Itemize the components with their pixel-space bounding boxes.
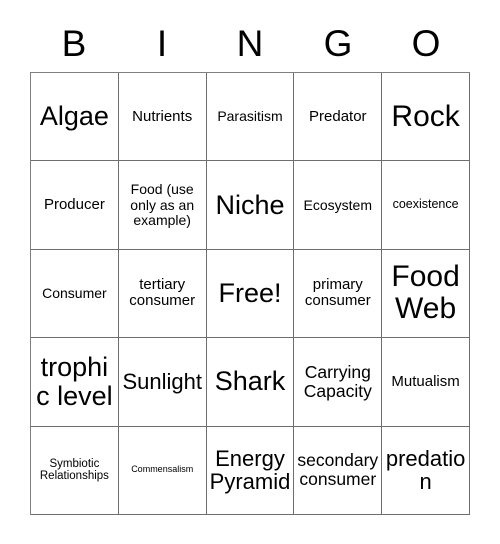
- bingo-cell-label: predation: [385, 445, 466, 495]
- bingo-header-letter-n: N: [236, 22, 264, 64]
- bingo-header-letter-o: O: [411, 22, 441, 64]
- bingo-cell-r1c1[interactable]: Algae: [31, 73, 119, 162]
- bingo-cell-label: Ecosystem: [303, 196, 373, 213]
- bingo-cell-r5c3[interactable]: Energy Pyramid: [206, 426, 295, 515]
- bingo-cell-label: Food (use only as an example): [130, 181, 195, 228]
- bingo-cell-r3c4[interactable]: primary consumer: [294, 249, 383, 339]
- bingo-cell-label: Consumer: [42, 284, 107, 301]
- bingo-cell-r4c2[interactable]: Sunlight: [118, 338, 207, 427]
- bingo-cell-label: Free!: [218, 277, 282, 308]
- bingo-cell-label: trophic level: [36, 351, 113, 411]
- bingo-cell-r1c4[interactable]: Predator: [294, 73, 383, 162]
- bingo-cell-r2c2[interactable]: Food (use only as an example): [118, 161, 207, 250]
- bingo-cell-r5c4[interactable]: secondary consumer: [294, 426, 383, 515]
- bingo-cell-label: Food Web: [391, 260, 460, 326]
- bingo-cell-r2c5[interactable]: coexistence: [382, 161, 470, 250]
- bingo-cell-r1c3[interactable]: Parasitism: [206, 73, 295, 162]
- bingo-cell-label: secondary consumer: [297, 450, 379, 490]
- bingo-cell-r3c5[interactable]: Food Web: [382, 249, 470, 339]
- bingo-cell-label: Symbiotic Relationships: [39, 457, 109, 483]
- bingo-cell-r2c3[interactable]: Niche: [206, 161, 295, 250]
- bingo-cell-r3c2[interactable]: tertiary consumer: [118, 249, 207, 339]
- bingo-cell-label: primary consumer: [304, 276, 371, 310]
- bingo-cell-label: Energy Pyramid: [209, 445, 291, 495]
- bingo-cell-label: Rock: [391, 99, 460, 133]
- bingo-cell-r4c5[interactable]: Mutualism: [382, 338, 470, 427]
- bingo-cell-r5c2[interactable]: Commensalism: [118, 426, 207, 515]
- bingo-cell-label: Mutualism: [391, 372, 460, 390]
- bingo-cell-r1c5[interactable]: Rock: [382, 73, 470, 162]
- bingo-cell-r3c1[interactable]: Consumer: [31, 249, 119, 339]
- bingo-cell-label: Commensalism: [131, 464, 194, 475]
- bingo-cell-label: Niche: [215, 189, 285, 220]
- bingo-cell-r1c2[interactable]: Nutrients: [118, 73, 207, 162]
- bingo-header-letter-i: I: [156, 22, 168, 64]
- bingo-cell-label: Nutrients: [132, 107, 193, 125]
- bingo-header-letter-b: B: [61, 22, 87, 64]
- bingo-cell-r2c1[interactable]: Producer: [31, 161, 119, 250]
- bingo-cell-label: Parasitism: [217, 108, 283, 125]
- bingo-cell-r5c5[interactable]: predation: [382, 426, 470, 515]
- bingo-cell-label: Carrying Capacity: [303, 362, 372, 401]
- bingo-cell-r4c4[interactable]: Carrying Capacity: [294, 338, 383, 427]
- bingo-cell-label: coexistence: [392, 197, 459, 212]
- bingo-header-letter-g: G: [323, 22, 353, 64]
- bingo-header: BINGO: [30, 14, 470, 72]
- bingo-cell-label: Sunlight: [122, 369, 202, 395]
- bingo-cell-label: Shark: [214, 366, 286, 397]
- bingo-card: B I N G O Algae Nutrients Parasitism Predator Ro…: [0, 0, 500, 544]
- bingo-cell-label: Algae: [39, 101, 109, 132]
- bingo-cell-r2c4[interactable]: Ecosystem: [294, 161, 383, 250]
- bingo-cell-r3c3[interactable]: Free!: [206, 249, 295, 339]
- bingo-cell-r4c3[interactable]: Shark: [206, 338, 295, 427]
- bingo-cell-label: Producer: [43, 196, 105, 213]
- bingo-cell-r4c1[interactable]: trophic level: [31, 338, 119, 427]
- bingo-cell-r5c1[interactable]: Symbiotic Relationships: [31, 426, 119, 515]
- bingo-cell-label: tertiary consumer: [129, 276, 196, 310]
- bingo-grid: Algae Nutrients Parasitism Predator Rock Prod…: [30, 72, 470, 515]
- bingo-cell-label: Predator: [309, 107, 367, 125]
